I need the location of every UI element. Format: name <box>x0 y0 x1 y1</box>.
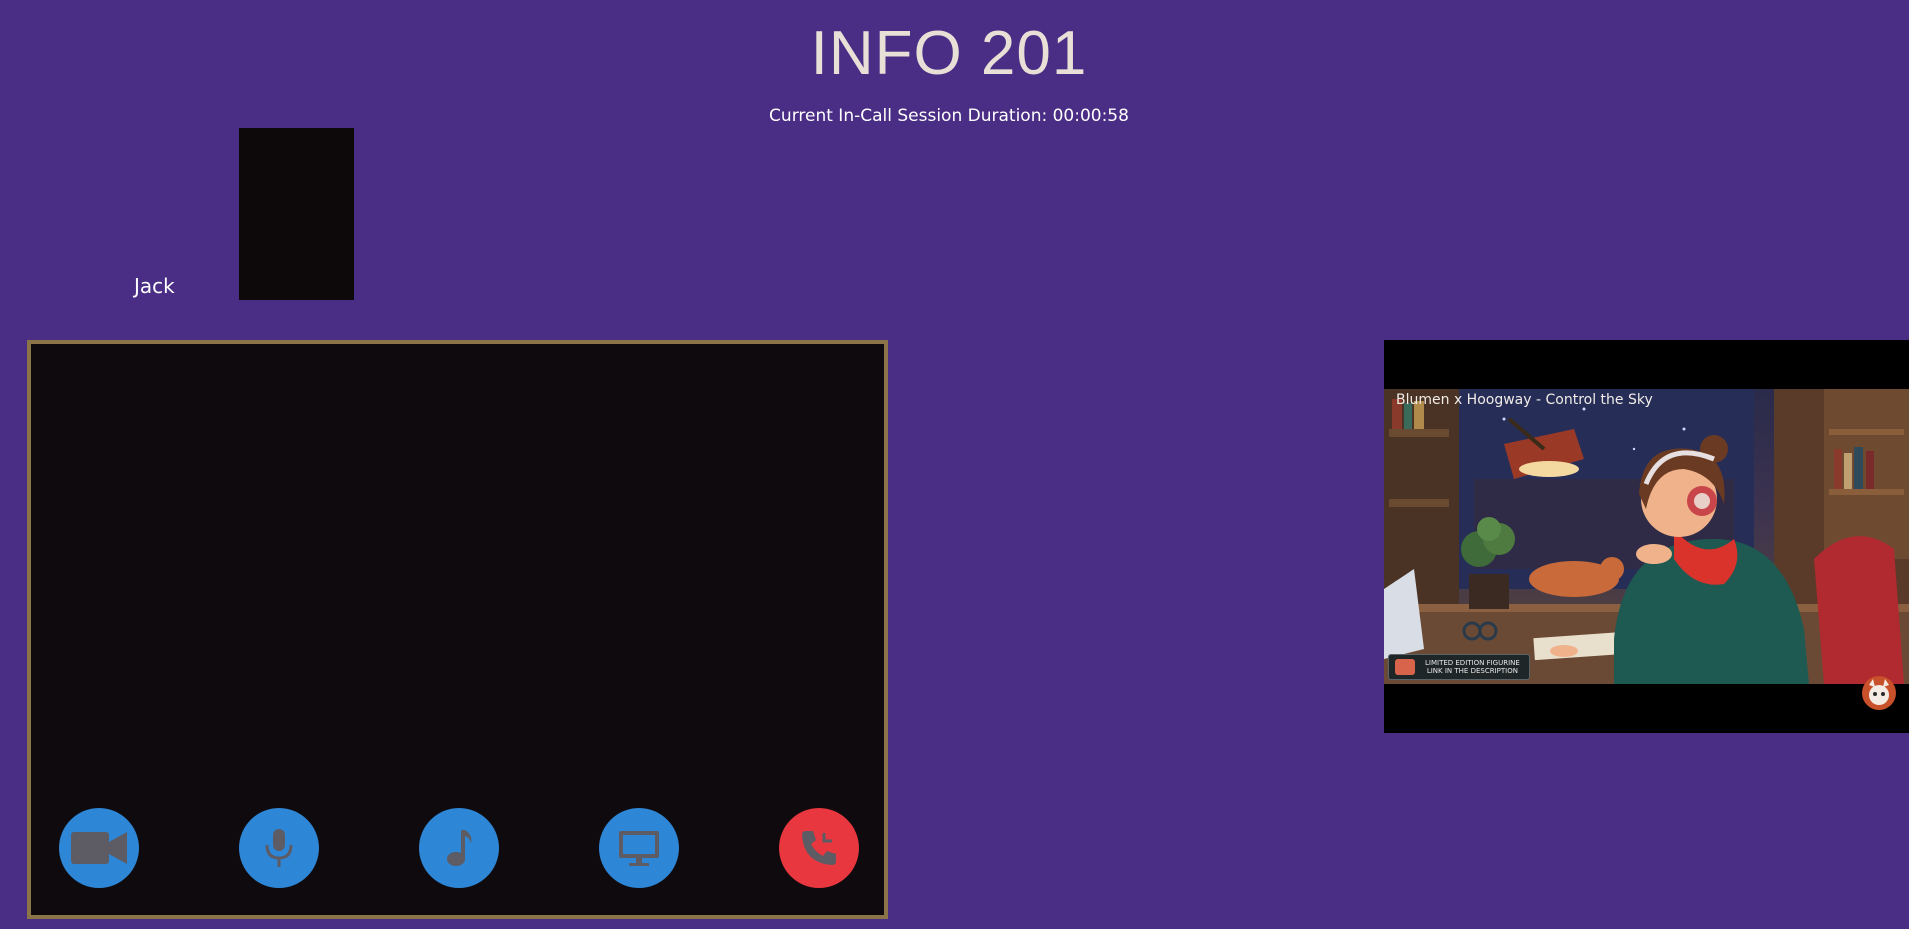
channel-logo-icon[interactable] <box>1861 675 1897 711</box>
call-page: INFO 201 Current In-Call Session Duratio… <box>0 0 1909 929</box>
screen-share-button[interactable] <box>599 808 679 888</box>
badge-line-2: LINK IN THE DESCRIPTION <box>1426 667 1518 675</box>
music-button[interactable] <box>419 808 499 888</box>
video-frame[interactable]: LIMITED EDITION FIGURINE LINK IN THE DES… <box>1384 389 1909 684</box>
phone-hangup-icon <box>802 831 836 865</box>
camera-toggle-button[interactable] <box>59 808 139 888</box>
participant-video-thumbnail[interactable] <box>239 128 354 300</box>
lofi-girl-illustration <box>1384 389 1909 684</box>
hangup-button[interactable] <box>779 808 859 888</box>
page-title: INFO 201 <box>810 19 1088 88</box>
music-note-icon <box>447 830 472 866</box>
shared-video-player[interactable]: Blumen x Hoogway - Control the Sky LIMIT… <box>1384 340 1909 733</box>
participant-name: Jack <box>134 274 175 298</box>
monitor-icon <box>619 831 659 866</box>
video-title: Blumen x Hoogway - Control the Sky <box>1396 392 1653 408</box>
microphone-icon <box>265 829 293 867</box>
figurine-icon <box>1395 659 1415 675</box>
promo-badge[interactable]: LIMITED EDITION FIGURINE LINK IN THE DES… <box>1388 654 1530 680</box>
session-duration: Current In-Call Session Duration: 00:00:… <box>769 106 1129 126</box>
microphone-toggle-button[interactable] <box>239 808 319 888</box>
call-controls <box>31 808 884 888</box>
badge-line-1: LIMITED EDITION FIGURINE <box>1425 659 1520 667</box>
video-camera-icon <box>71 832 127 864</box>
